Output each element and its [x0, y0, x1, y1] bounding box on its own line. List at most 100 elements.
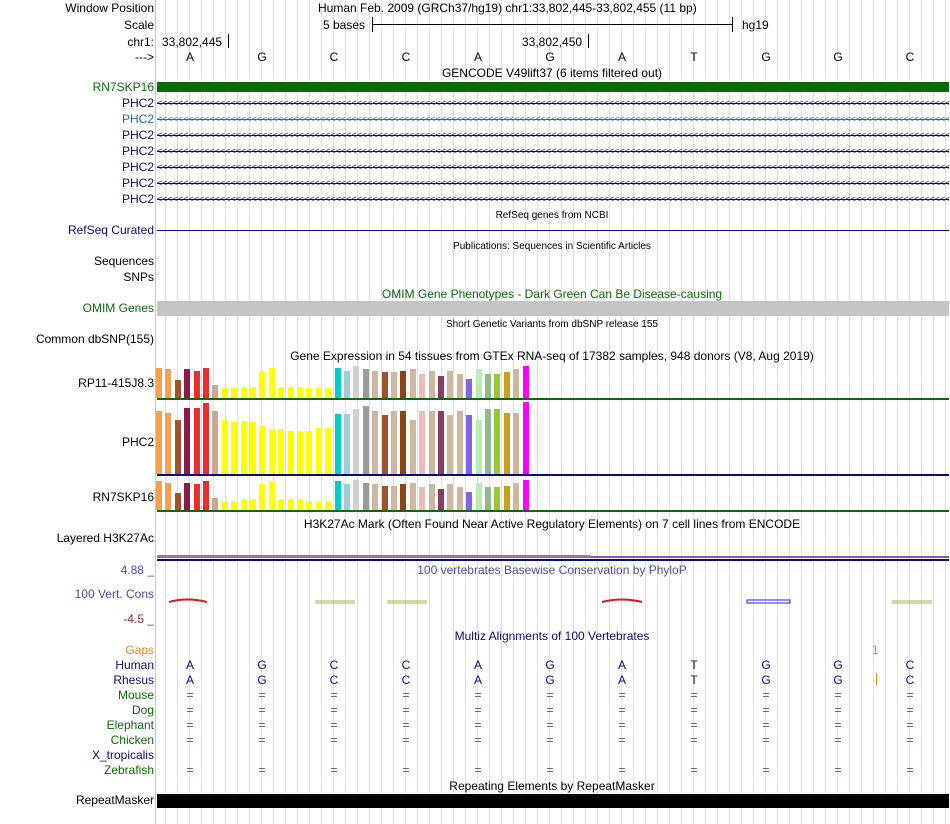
gtex-tissue-bar[interactable] [250, 499, 256, 510]
gtex-tissue-bar[interactable] [362, 483, 369, 510]
gtex-tissue-bar[interactable] [466, 379, 473, 398]
gtex-tissue-bar[interactable] [456, 374, 463, 398]
gtex-tissue-bar[interactable] [400, 411, 407, 474]
gtex-tissue-bar[interactable] [419, 374, 426, 398]
gtex-tissue-bar[interactable] [212, 411, 219, 474]
gtex-tissue-bar[interactable] [372, 371, 379, 398]
gtex-tissue-bar[interactable] [287, 499, 294, 510]
gtex-tissue-bar[interactable] [165, 483, 172, 510]
gtex-tissue-bar[interactable] [522, 402, 529, 474]
gtex-gene-label[interactable]: PHC2 [122, 435, 154, 449]
gtex-tissue-bar[interactable] [231, 388, 238, 398]
gencode-label-phc2[interactable]: PHC2 [122, 128, 154, 142]
gtex-tissue-bar[interactable] [174, 493, 181, 510]
gtex-gene-label[interactable]: RP11-415J8.3 [78, 376, 154, 390]
refseq-track-title[interactable]: RefSeq genes from NCBI [496, 210, 609, 221]
gtex-tissue-bar[interactable] [203, 481, 209, 510]
gtex-tissue-bar[interactable] [174, 380, 181, 398]
gtex-tissue-bar[interactable] [240, 421, 247, 474]
gtex-tissue-bar[interactable] [334, 414, 341, 474]
gtex-tissue-bar[interactable] [419, 411, 426, 474]
gtex-tissue-bar[interactable] [438, 376, 444, 398]
gtex-tissue-bar[interactable] [475, 483, 482, 510]
gtex-tissue-bar[interactable] [325, 388, 332, 398]
gencode-track-title[interactable]: GENCODE V49lift37 (6 items filtered out) [442, 66, 662, 80]
gtex-tissue-bar[interactable] [447, 371, 454, 398]
gtex-tissue-bar[interactable] [165, 369, 172, 398]
gtex-tissue-bar[interactable] [212, 385, 219, 398]
gtex-tissue-bar[interactable] [174, 420, 181, 474]
gtex-tissue-bar[interactable] [381, 486, 388, 510]
publications-label-sequences[interactable]: Sequences [94, 254, 154, 268]
gtex-tissue-bar[interactable] [400, 484, 407, 510]
gtex-tissue-bar[interactable] [297, 499, 303, 510]
gtex-tissue-bar[interactable] [193, 371, 200, 398]
gtex-gene-label[interactable]: RN7SKP16 [93, 490, 154, 504]
repeatmasker-track-title[interactable]: Repeating Elements by RepeatMasker [449, 779, 654, 793]
gtex-tissue-bar[interactable] [522, 480, 529, 510]
gtex-tissue-bar[interactable] [372, 484, 379, 510]
gtex-tissue-bar[interactable] [268, 368, 275, 398]
gtex-tissue-bar[interactable] [259, 484, 266, 510]
gtex-tissue-bar[interactable] [362, 406, 369, 474]
gtex-tissue-bar[interactable] [315, 428, 322, 474]
cons-track-title[interactable]: 100 vertebrates Basewise Conservation by… [417, 563, 686, 577]
gtex-tissue-bar[interactable] [494, 487, 501, 510]
gtex-tissue-bar[interactable] [485, 409, 491, 474]
gtex-tissue-bar[interactable] [156, 481, 162, 510]
cons-wiggle[interactable] [157, 592, 949, 612]
gtex-tissue-bar[interactable] [221, 388, 228, 398]
gtex-tissue-bar[interactable] [306, 431, 313, 474]
publications-track-title[interactable]: Publications: Sequences in Scientific Ar… [453, 241, 651, 252]
repeatmasker-label[interactable]: RepeatMasker [76, 793, 154, 807]
species-label-dog[interactable]: Dog [132, 703, 154, 717]
species-label-mouse[interactable]: Mouse [118, 688, 154, 702]
gtex-tissue-bar[interactable] [353, 480, 360, 510]
gtex-tissue-bar[interactable] [240, 499, 247, 510]
species-label-chicken[interactable]: Chicken [111, 733, 154, 747]
gencode-label-phc2[interactable]: PHC2 [122, 112, 154, 126]
gtex-tissue-bar[interactable] [221, 420, 228, 474]
gtex-tissue-bar[interactable] [344, 414, 350, 474]
repeatmasker-feature-bar[interactable] [157, 794, 949, 808]
gencode-label-rn7skp16[interactable]: RN7SKP16 [93, 80, 154, 94]
gencode-label-phc2[interactable]: PHC2 [122, 176, 154, 190]
gtex-tissue-bar[interactable] [391, 486, 397, 510]
gtex-tissue-bar[interactable] [456, 487, 463, 510]
gtex-tissue-bar[interactable] [485, 374, 491, 398]
gtex-tissue-bar[interactable] [268, 429, 275, 474]
gtex-tissue-bar[interactable] [306, 388, 313, 398]
gtex-tissue-bar[interactable] [456, 411, 463, 474]
gencode-label-phc2[interactable]: PHC2 [122, 144, 154, 158]
gtex-tissue-bar[interactable] [334, 481, 341, 510]
dbsnp-label[interactable]: Common dbSNP(155) [36, 332, 154, 346]
gtex-tissue-bar[interactable] [184, 483, 191, 510]
gtex-tissue-bar[interactable] [475, 369, 482, 398]
gtex-tissue-bar[interactable] [428, 484, 435, 510]
gtex-tissue-bar[interactable] [259, 425, 266, 474]
gtex-tissue-bar[interactable] [306, 501, 313, 510]
gtex-tissue-bar[interactable] [325, 428, 332, 474]
gtex-tissue-bar[interactable] [428, 371, 435, 398]
omim-feature-bar[interactable] [157, 301, 949, 316]
gencode-label-phc2[interactable]: PHC2 [122, 192, 154, 206]
gtex-tissue-bar[interactable] [315, 501, 322, 510]
gtex-tissue-bar[interactable] [447, 484, 454, 510]
gtex-tissue-bar[interactable] [334, 368, 341, 398]
gtex-tissue-bar[interactable] [485, 487, 491, 510]
gtex-tissue-bar[interactable] [240, 387, 247, 398]
gtex-tissue-bar[interactable] [278, 429, 285, 474]
gtex-tissue-bar[interactable] [438, 489, 444, 510]
gtex-tissue-bar[interactable] [494, 409, 501, 474]
gtex-tissue-bar[interactable] [503, 413, 510, 474]
gtex-tissue-bar[interactable] [221, 501, 228, 510]
h3k27ac-track-title[interactable]: H3K27Ac Mark (Often Found Near Active Re… [304, 517, 800, 531]
gtex-tissue-bar[interactable] [391, 372, 397, 398]
gtex-tissue-bar[interactable] [297, 431, 303, 474]
publications-label-snps[interactable]: SNPs [123, 270, 154, 284]
gtex-tissue-bar[interactable] [419, 487, 426, 510]
gtex-tissue-bar[interactable] [409, 483, 416, 510]
refseq-line[interactable] [157, 230, 949, 231]
gtex-tissue-bar[interactable] [513, 369, 520, 398]
cons-label[interactable]: 100 Vert. Cons [75, 587, 154, 601]
